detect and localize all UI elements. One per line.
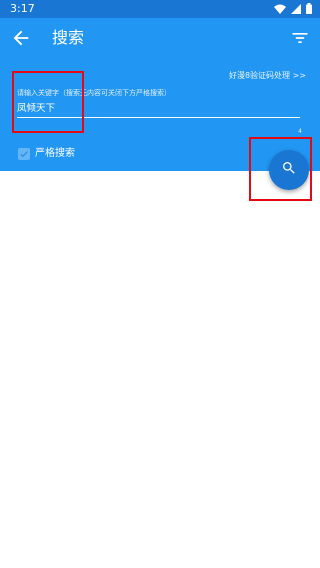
input-highlight-box	[12, 71, 84, 133]
check-icon	[20, 150, 28, 157]
page-title: 搜索	[52, 28, 85, 47]
status-bar: 3:17	[0, 0, 320, 18]
fab-highlight-box	[249, 137, 312, 201]
char-counter: 4	[298, 128, 302, 135]
strict-search-toggle[interactable]: 严格搜索	[18, 147, 75, 160]
battery-icon	[306, 3, 312, 14]
system-icons	[274, 3, 312, 14]
filter-icon[interactable]	[290, 28, 310, 48]
arrow-back-icon[interactable]	[10, 27, 32, 49]
signal-icon	[291, 3, 301, 14]
app-bar: 搜索	[0, 18, 320, 58]
captcha-help-link[interactable]: 好漫8验证码处理 >>	[229, 70, 306, 82]
strict-search-checkbox[interactable]	[18, 147, 30, 160]
status-time: 3:17	[10, 2, 35, 15]
wifi-icon	[274, 4, 286, 14]
strict-search-label: 严格搜索	[35, 148, 75, 159]
